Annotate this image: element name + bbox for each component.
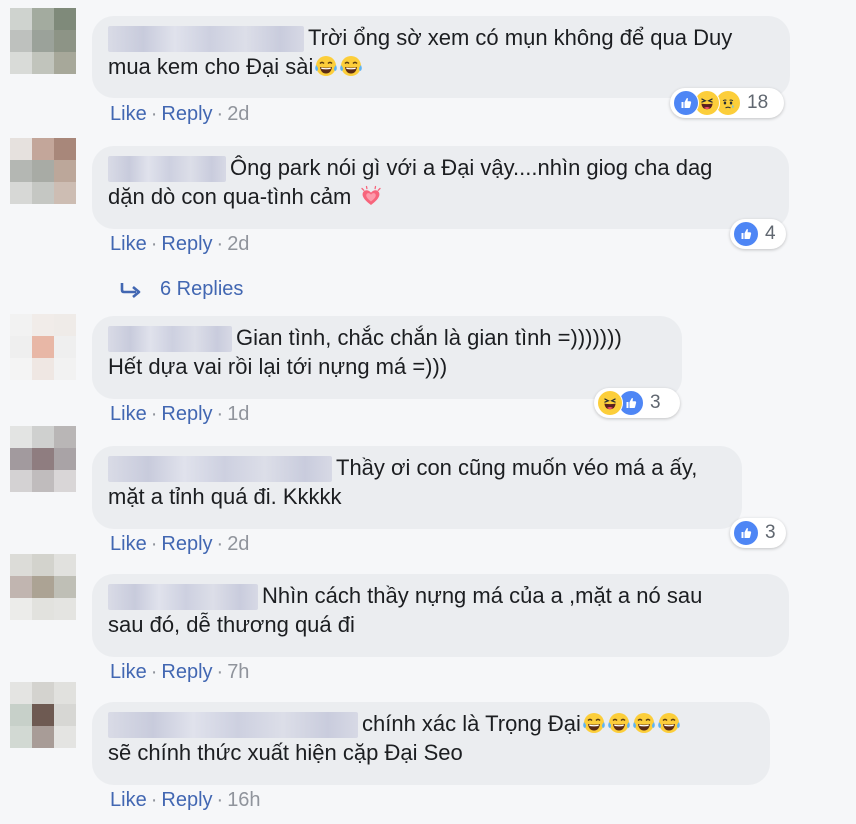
comment-text-line-2: mua kem cho Đại sài (108, 54, 314, 80)
tears-of-joy-emoji (632, 711, 656, 735)
commenter-name-redacted[interactable] (108, 326, 232, 353)
like-link[interactable]: Like (110, 233, 147, 255)
tears-of-joy-emoji (607, 711, 631, 735)
comment-text-line-2: Hết dựa vai rồi lại tới nựng má =))) (108, 354, 448, 380)
comment-actions: Like · Reply · 7h (110, 661, 250, 683)
tears-of-joy-emoji (582, 711, 606, 735)
comment-timestamp[interactable]: 7h (227, 661, 249, 683)
commenter-name-redacted[interactable] (108, 456, 332, 483)
reaction-summary[interactable]: 3 (594, 388, 680, 418)
comment-bubble: chính xác là Trọng Đại sẽ chính thức xuấ… (92, 702, 770, 785)
reaction-summary[interactable]: 3 (730, 518, 786, 548)
comment-timestamp[interactable]: 16h (227, 789, 260, 811)
comment-actions: Like · Reply · 2d (110, 103, 250, 125)
reply-link[interactable]: Reply (161, 403, 212, 425)
reaction-count: 4 (765, 223, 776, 244)
comment-text-line-2: sẽ chính thức xuất hiện cặp Đại Seo (108, 740, 463, 766)
comment-actions: Like · Reply · 2d (110, 233, 250, 255)
reply-link[interactable]: Reply (161, 233, 212, 255)
comment-timestamp[interactable]: 1d (227, 403, 249, 425)
comment-text-line-2: mặt a tỉnh quá đi. Kkkkk (108, 484, 342, 510)
like-icon (733, 221, 759, 247)
like-link[interactable]: Like (110, 533, 147, 555)
view-replies-label: 6 Replies (160, 278, 244, 300)
comment-actions: Like · Reply · 2d (110, 533, 250, 555)
avatar[interactable] (10, 8, 76, 74)
like-link[interactable]: Like (110, 403, 147, 425)
reply-arrow-icon (120, 282, 141, 298)
growing-heart-emoji (359, 184, 383, 208)
reaction-count: 3 (765, 522, 776, 543)
like-link[interactable]: Like (110, 661, 147, 683)
avatar[interactable] (10, 314, 76, 380)
comment-bubble: Nhìn cách thầy nựng má của a ,mặt a nó s… (92, 574, 789, 657)
reply-link[interactable]: Reply (161, 661, 212, 683)
commenter-name-redacted[interactable] (108, 156, 226, 183)
avatar[interactable] (10, 682, 76, 748)
comment-actions: Like · Reply · 1d (110, 403, 250, 425)
like-icon (733, 520, 759, 546)
commenter-name-redacted[interactable] (108, 712, 358, 739)
like-icon (673, 90, 699, 116)
tears-of-joy-emoji (314, 54, 338, 78)
reaction-summary[interactable]: 18 (670, 88, 784, 118)
reaction-count: 3 (650, 392, 661, 413)
tears-of-joy-emoji (339, 54, 363, 78)
haha-icon (597, 390, 623, 416)
comment-text-line-1: Nhìn cách thầy nựng má của a ,mặt a nó s… (262, 583, 703, 608)
comment-text-line-1: Gian tình, chắc chắn là gian tình =)))))… (236, 325, 622, 350)
commenter-name-redacted[interactable] (108, 584, 258, 611)
avatar[interactable] (10, 426, 76, 492)
avatar[interactable] (10, 138, 76, 204)
comment-bubble: Ông park nói gì với a Đại vậy....nhìn gi… (92, 146, 789, 229)
reaction-summary[interactable]: 4 (730, 219, 786, 249)
comment-text-line-2: dặn dò con qua-tình cảm (108, 184, 352, 210)
reply-link[interactable]: Reply (161, 533, 212, 555)
comment-text-line-1: Ông park nói gì với a Đại vậy....nhìn gi… (230, 155, 713, 180)
comment-text-line-1: Trời ổng sờ xem có mụn không để qua Duy (308, 25, 733, 50)
like-link[interactable]: Like (110, 103, 147, 125)
comment-text-line-2: sau đó, dễ thương quá đi (108, 612, 355, 638)
reaction-count: 18 (747, 92, 769, 113)
comment-timestamp[interactable]: 2d (227, 103, 249, 125)
tears-of-joy-emoji (657, 711, 681, 735)
like-link[interactable]: Like (110, 789, 147, 811)
reply-link[interactable]: Reply (161, 103, 212, 125)
comment-timestamp[interactable]: 2d (227, 533, 249, 555)
view-replies-link[interactable]: 6 Replies (120, 276, 243, 302)
comment-text-line-1: chính xác là Trọng Đại (362, 711, 581, 736)
comment-bubble: Gian tình, chắc chắn là gian tình =)))))… (92, 316, 682, 399)
commenter-name-redacted[interactable] (108, 26, 304, 53)
avatar[interactable] (10, 554, 76, 620)
comment-text-line-1: Thầy ơi con cũng muốn véo má a ấy, (336, 455, 698, 480)
reply-link[interactable]: Reply (161, 789, 212, 811)
comment-bubble: Thầy ơi con cũng muốn véo má a ấy, mặt a… (92, 446, 742, 529)
comment-actions: Like · Reply · 16h (110, 789, 261, 811)
comment-bubble: Trời ổng sờ xem có mụn không để qua Duy … (92, 16, 790, 98)
comment-timestamp[interactable]: 2d (227, 233, 249, 255)
